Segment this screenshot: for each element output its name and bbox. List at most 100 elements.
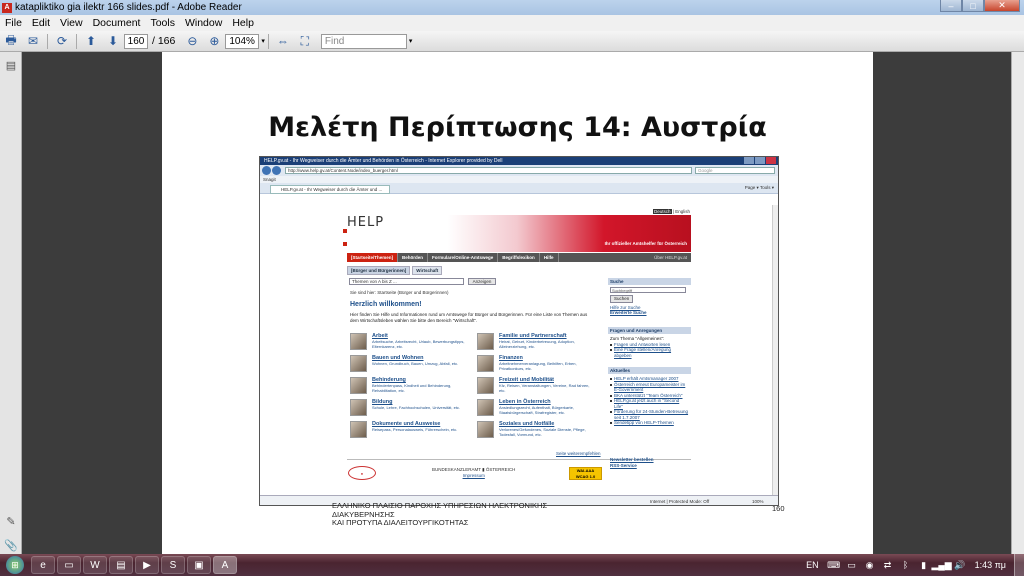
pdf-page: Μελέτη Περίπτωσης 14: Αυστρία HELP.gv.at… xyxy=(162,52,873,554)
volume-icon[interactable]: 🔊 xyxy=(953,558,967,572)
site-logo: HELP xyxy=(347,215,385,230)
category-item: Behinderung Behindertenpass, Kindheit und… xyxy=(350,377,470,399)
category-item: Familie und Partnerschaft Heirat, Geburt,… xyxy=(477,333,597,355)
signal-icon[interactable]: ▂▄▆ xyxy=(931,558,951,572)
browser-zoom: 100% xyxy=(752,499,764,504)
browser-scrollbar xyxy=(772,205,778,495)
toolbar: 🖶 ✉ ⟳ ⬆ ⬇ 160 / 166 ⊖ ⊕ 104% ▾ ⇔ ⛶ Find … xyxy=(0,31,1024,52)
menu-view[interactable]: View xyxy=(55,17,88,29)
media-icon[interactable]: ▶ xyxy=(135,556,159,574)
forward-icon xyxy=(272,166,281,175)
category-desc: Kfz, Reisen, Veranstaltungen, Vereine, R… xyxy=(499,383,590,393)
collaborate-icon[interactable]: ⟳ xyxy=(54,33,70,49)
nav-startseite: [Startseite/Themen] xyxy=(347,253,399,262)
toolbar-separator xyxy=(267,33,269,49)
nav-hilfe: Hilfe xyxy=(540,253,559,262)
questions-box: Fragen und Anregungen Zum Thema "Allgeme… xyxy=(608,327,691,360)
title-bar: A katapliktiko gia ilektr 166 slides.pdf… xyxy=(0,0,1024,15)
site-search-button: Suchen xyxy=(610,295,634,303)
previous-page-icon[interactable]: ⬆ xyxy=(83,33,99,49)
nav-behoerden: Behörden xyxy=(398,253,429,262)
url-field: http://www.help.gv.at/Content.Node/index… xyxy=(285,167,692,174)
start-button[interactable]: ⊞ xyxy=(0,554,30,576)
themen-selector: Themen von A bis Z ... Anzeigen xyxy=(349,278,496,285)
slide-page-number: 160 xyxy=(772,504,785,513)
zoom-out-icon[interactable]: ⊖ xyxy=(184,33,200,49)
acrobat-icon[interactable]: ▣ xyxy=(187,556,211,574)
antivirus-icon[interactable]: ◉ xyxy=(863,558,877,572)
bluetooth-icon[interactable]: ᛒ xyxy=(899,558,913,572)
navigation-panel: ▤ ✎ 📎 xyxy=(0,52,22,554)
show-desktop-button[interactable] xyxy=(1014,554,1024,576)
maximize-button[interactable]: □ xyxy=(962,0,984,12)
category-image xyxy=(477,333,494,350)
fit-page-icon[interactable]: ⛶ xyxy=(297,33,313,49)
chevron-down-icon[interactable]: ▾ xyxy=(261,37,265,45)
menu-tools[interactable]: Tools xyxy=(145,17,180,29)
zoom-select[interactable]: 104% xyxy=(225,33,260,49)
page-total: / 166 xyxy=(152,35,176,47)
site-banner: HELP Ihr offizieller Amtshelfer für Öste… xyxy=(343,215,691,252)
category-image xyxy=(477,399,494,416)
signature-icon[interactable]: ✎ xyxy=(4,514,18,528)
news-box-title: Aktuelles xyxy=(608,367,691,374)
next-page-icon[interactable]: ⬇ xyxy=(105,33,121,49)
adobe-reader-task-icon[interactable]: A xyxy=(213,556,237,574)
category-image xyxy=(350,333,367,350)
category-image xyxy=(477,355,494,372)
toolbar-separator xyxy=(47,33,48,49)
network-icon[interactable]: ⇄ xyxy=(881,558,895,572)
keyboard-icon[interactable]: ⌨ xyxy=(827,558,841,572)
news-link: Österreich erneut Europameister im E-Gov… xyxy=(610,382,689,393)
fit-width-icon[interactable]: ⇔ xyxy=(275,33,291,49)
category-grid: Arbeit Arbeitsuche, Arbeitsrecht, Urlaub,… xyxy=(350,333,600,458)
pages-icon[interactable]: ▤ xyxy=(4,58,18,72)
attachment-icon[interactable]: 📎 xyxy=(4,538,18,552)
browser-screenshot: HELP.gv.at - Ihr Wegweiser durch die Ämt… xyxy=(259,156,779,506)
find-options-icon[interactable]: ▾ xyxy=(409,37,413,45)
nav-begriffslexikon: Begriffslexikon xyxy=(498,253,540,262)
skype-icon[interactable]: S xyxy=(161,556,185,574)
category-desc: Heirat, Geburt, Kinderbetreuung, Adoptio… xyxy=(499,339,575,349)
menu-bar: File Edit View Document Tools Window Hel… xyxy=(0,15,1024,31)
menu-window[interactable]: Window xyxy=(180,17,227,29)
clock[interactable]: 1:43 πμ xyxy=(975,560,1006,570)
impressum-link: Impressum xyxy=(462,473,485,478)
vertical-scrollbar[interactable] xyxy=(1011,52,1024,554)
site-search-input: Suchbegriff xyxy=(610,287,686,293)
zoom-in-icon[interactable]: ⊕ xyxy=(206,33,222,49)
windows-icon: ⊞ xyxy=(6,556,24,574)
page-number-input[interactable]: 160 xyxy=(124,33,148,49)
folder-icon[interactable]: ▭ xyxy=(57,556,81,574)
category-desc: Behindertenpass, Kindheit und Behinderun… xyxy=(372,383,452,393)
browser-tab: HELP.gv.at - Ihr Wegweiser durch die Ämt… xyxy=(270,185,390,194)
footer-line-2: ΚΑΙ ΠΡΟΤΥΠΑ ΔΙΑΛΕΙΤΟΥΡΓΙΚΟΤΗΤΑΣ xyxy=(332,518,469,527)
find-input[interactable]: Find xyxy=(320,33,407,49)
questions-box-title: Fragen und Anregungen xyxy=(608,327,691,334)
print-icon[interactable]: 🖶 xyxy=(3,33,19,49)
menu-edit[interactable]: Edit xyxy=(27,17,55,29)
back-icon xyxy=(262,166,271,175)
close-button[interactable]: ✕ xyxy=(984,0,1020,12)
austria-logo-icon: ● xyxy=(348,466,376,480)
menu-help[interactable]: Help xyxy=(227,17,259,29)
category-image xyxy=(477,377,494,394)
anzeigen-button: Anzeigen xyxy=(468,278,496,285)
menu-document[interactable]: Document xyxy=(88,17,146,29)
category-image xyxy=(350,377,367,394)
browser-title-bar: HELP.gv.at - Ihr Wegweiser durch die Ämt… xyxy=(260,157,778,165)
category-item: Freizeit und Mobilität Kfz, Reisen, Veran… xyxy=(477,377,597,399)
ie-icon[interactable]: e xyxy=(31,556,55,574)
explorer-icon[interactable]: ▤ xyxy=(109,556,133,574)
minimize-button[interactable]: – xyxy=(940,0,962,12)
input-language[interactable]: EN xyxy=(806,560,819,570)
browser-links-bar: Snagit xyxy=(260,176,778,183)
monitor-icon[interactable]: ▭ xyxy=(845,558,859,572)
word-icon[interactable]: W xyxy=(83,556,107,574)
email-icon[interactable]: ✉ xyxy=(25,33,41,49)
site-slogan: Ihr offizieller Amtshelfer für Österreic… xyxy=(604,241,687,246)
news-link: HELP.gv.at jetzt auch in "Second Life" xyxy=(610,398,689,409)
battery-icon[interactable]: ▮ xyxy=(917,558,931,572)
menu-file[interactable]: File xyxy=(0,17,27,29)
intro-text: Hier finden Sie Hilfe und Informationen … xyxy=(350,312,588,323)
